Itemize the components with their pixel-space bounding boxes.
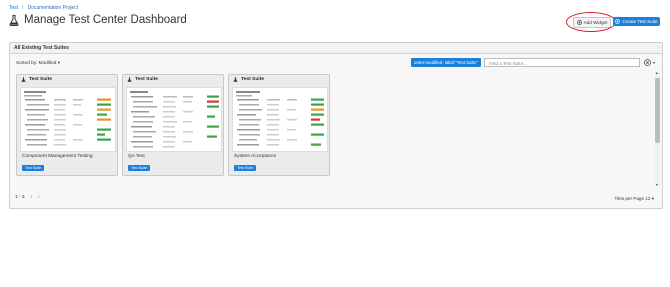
tile-name[interactable]: QA Test [128,154,145,159]
sort-dropdown[interactable]: Sorted by: Modified ▾ [16,60,60,66]
plus-circle-icon [615,19,621,24]
scroll-up-icon[interactable]: ▲ [655,71,659,75]
flask-icon [9,14,19,26]
breadcrumb-item-test[interactable]: Test [9,5,18,11]
breadcrumb-item-project[interactable]: Documentation Project [28,5,79,11]
chevron-down-icon: ▾ [651,196,654,201]
create-test-suite-label: Create Test Suite [622,19,658,24]
search-input[interactable]: Find a Test Suite... [484,58,640,67]
test-suites-panel: All Existing Test Suites Sorted by: Modi… [9,42,663,209]
scroll-down-icon[interactable]: ▼ [655,183,659,187]
flask-icon [233,77,238,82]
test-suite-tile[interactable]: Test Suite Component Management Testing … [16,74,118,176]
chevron-down-icon: ▾ [57,60,61,65]
tiles-per-page-value[interactable]: 12 [645,196,650,201]
tile-name[interactable]: Component Management Testing [22,154,93,159]
sort-label: Sorted by: Modified [16,60,57,65]
chevron-down-icon[interactable]: ▾ [653,60,655,65]
scrollbar-thumb[interactable] [655,78,660,143]
filter-chip[interactable]: order:modified- label:"Test Suite" [411,58,481,67]
page-title: Manage Test Center Dashboard [24,14,187,26]
tile-type: Test Suite [241,77,265,82]
tile-header: Test Suite [229,75,329,84]
tile-type: Test Suite [135,77,159,82]
tile-header: Test Suite [17,75,117,84]
tiles-scrollbar[interactable]: ▲ ▼ [655,71,660,187]
pagination-range: 1 - 3 [15,195,25,200]
tile-thumbnail [126,87,222,152]
flask-icon [21,77,26,82]
tiles-per-page[interactable]: Tiles per Page 12 ▾ [615,196,654,202]
clear-icon[interactable] [644,59,651,66]
panel-title: All Existing Test Suites [10,43,662,54]
pagination: 1 - 3 ‹ › [15,195,40,200]
tile-badge: Test Suite [22,165,45,171]
tile-type: Test Suite [29,77,53,82]
tiles-per-page-label: Tiles per Page [614,196,644,201]
tile-thumbnail [232,87,328,152]
chevron-right-icon[interactable]: › [38,195,40,200]
create-test-suite-button[interactable]: Create Test Suite [613,17,660,26]
tile-badge: Test Suite [234,165,257,171]
breadcrumb-separator: / [22,5,24,11]
tile-badge: Test Suite [128,165,151,171]
tile-thumbnail [20,87,116,152]
flask-icon [127,77,132,82]
title-row: Manage Test Center Dashboard [9,14,187,26]
tile-header: Test Suite [123,75,223,84]
breadcrumb: Test / Documentation Project [9,5,78,11]
test-suite-tile[interactable]: Test Suite System Acceptance Test Suite [228,74,330,176]
tile-name[interactable]: System Acceptance [234,154,276,159]
test-suite-tile[interactable]: Test Suite QA Test Test Suite [122,74,224,176]
chevron-left-icon[interactable]: ‹ [31,195,33,200]
highlight-annotation [566,12,616,32]
